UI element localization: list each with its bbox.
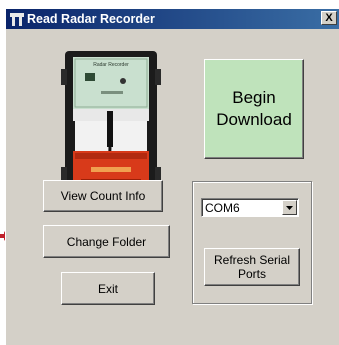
device-label: Radar Recorder	[93, 62, 129, 68]
com-port-value: COM6	[205, 201, 240, 215]
title-bar[interactable]: Read Radar Recorder X	[6, 9, 339, 29]
refresh-serial-ports-button[interactable]: Refresh Serial Ports	[204, 248, 300, 286]
app-window: Read Radar Recorder X Radar Recorder Beg…	[5, 8, 339, 345]
change-folder-button[interactable]: Change Folder	[43, 225, 170, 258]
view-count-info-button[interactable]: View Count Info	[43, 180, 163, 212]
com-port-select[interactable]: COM6	[201, 198, 299, 217]
begin-download-button[interactable]: Begin Download	[204, 59, 304, 159]
dropdown-arrow-icon[interactable]	[282, 200, 297, 215]
exit-button[interactable]: Exit	[61, 272, 155, 305]
app-icon	[10, 13, 24, 26]
window-title: Read Radar Recorder	[27, 12, 155, 26]
close-button[interactable]: X	[321, 11, 337, 25]
